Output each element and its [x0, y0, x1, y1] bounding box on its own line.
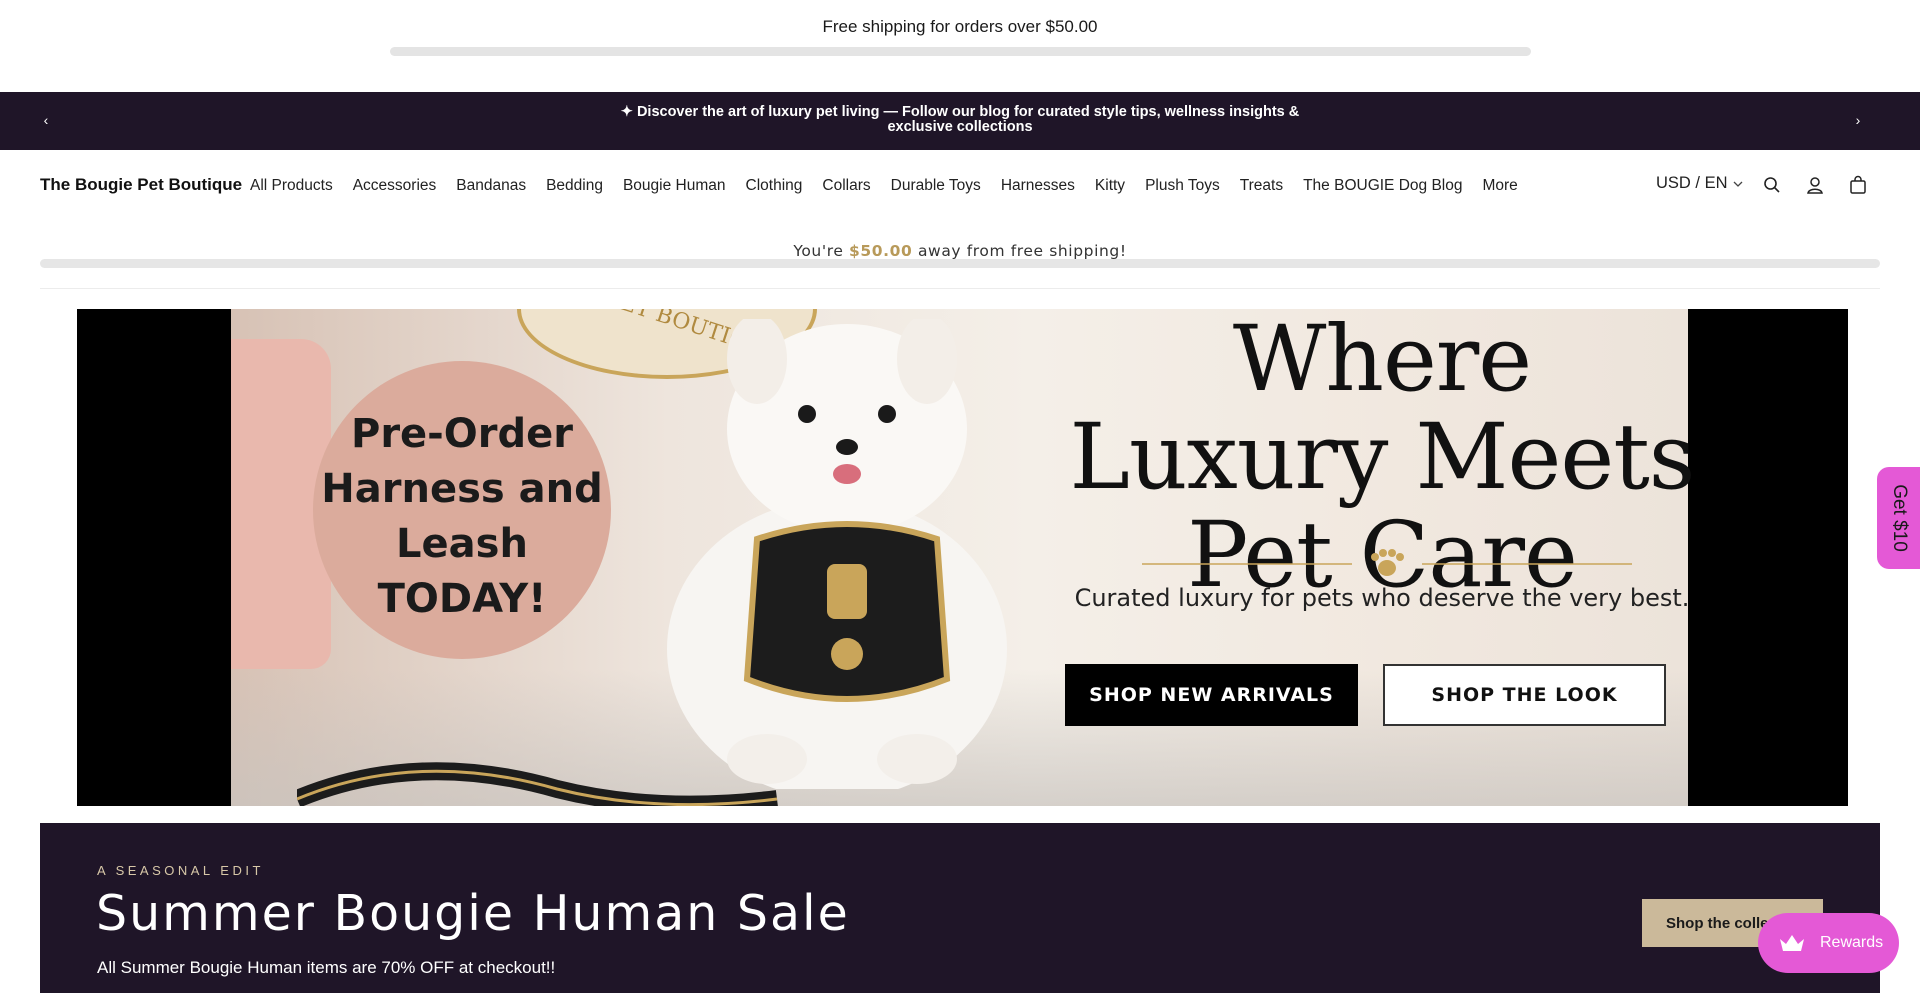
brand-logo[interactable]: The Bougie Pet Boutique [40, 175, 242, 195]
rewards-label: Rewards [1820, 934, 1884, 951]
nav-item-bedding[interactable]: Bedding [546, 177, 603, 195]
chevron-down-icon [1733, 181, 1742, 187]
nav-item-bougie-human[interactable]: Bougie Human [623, 177, 726, 195]
nav-item-treats[interactable]: Treats [1240, 177, 1283, 195]
sale-title: Summer Bougie Human Sale [96, 885, 850, 942]
hero-banner[interactable]: ET BOUTIQU Pre-Order Harness and Leash T… [77, 309, 1848, 806]
nav-item-clothing[interactable]: Clothing [746, 177, 803, 195]
paw-divider [1142, 549, 1632, 576]
nav-item-all-products[interactable]: All Products [250, 177, 333, 195]
shop-the-look-button[interactable]: SHOP THE LOOK [1383, 664, 1666, 726]
announcement-text[interactable]: ✦ Discover the art of luxury pet living … [620, 105, 1300, 135]
hero-subtitle: Curated luxury for pets who deserve the … [1074, 584, 1690, 612]
free-shipping-amount: $50.00 [849, 242, 913, 260]
free-shipping-progress-track [40, 259, 1880, 268]
nav-item-blog[interactable]: The BOUGIE Dog Blog [1303, 177, 1462, 195]
nav-item-accessories[interactable]: Accessories [353, 177, 437, 195]
announcement-next-button[interactable]: › [1848, 110, 1868, 130]
dog-with-harness-image [667, 319, 1007, 789]
rewards-button[interactable]: Rewards [1758, 913, 1899, 973]
sale-description: All Summer Bougie Human items are 70% OF… [97, 958, 556, 977]
top-shipping-text: Free shipping for orders over $50.00 [822, 17, 1098, 36]
site-header: The Bougie Pet Boutique All Products Acc… [0, 150, 1920, 220]
divider [40, 288, 1880, 289]
locale-selector[interactable]: USD / EN [1656, 174, 1743, 193]
search-icon[interactable] [1761, 174, 1783, 196]
preorder-text: Pre-Order Harness and Leash TODAY! [321, 411, 603, 622]
free-shipping-progress: You're $50.00 away from free shipping! [0, 238, 1920, 288]
free-shipping-prefix: You're [793, 242, 849, 260]
get-10-label: Get $10 [1888, 484, 1910, 552]
announcement-bar: ‹ ✦ Discover the art of luxury pet livin… [0, 92, 1920, 150]
nav-item-durable-toys[interactable]: Durable Toys [891, 177, 981, 195]
main-nav: All Products Accessories Bandanas Beddin… [250, 177, 1538, 195]
top-shipping-bar: Free shipping for orders over $50.00 [0, 0, 1920, 92]
nav-item-bandanas[interactable]: Bandanas [456, 177, 526, 195]
locale-label: USD / EN [1656, 174, 1728, 192]
nav-item-collars[interactable]: Collars [822, 177, 870, 195]
cart-icon[interactable] [1847, 174, 1869, 196]
chevron-right-icon: › [1855, 112, 1861, 128]
chevron-left-icon: ‹ [43, 112, 49, 128]
nav-item-plush-toys[interactable]: Plush Toys [1145, 177, 1220, 195]
free-shipping-suffix: away from free shipping! [912, 242, 1127, 260]
sale-eyebrow: A SEASONAL EDIT [97, 863, 264, 878]
nav-item-more[interactable]: More [1482, 177, 1517, 195]
top-shipping-progress-track [390, 47, 1531, 56]
crown-icon [1780, 935, 1804, 951]
seasonal-sale-section: A SEASONAL EDIT Summer Bougie Human Sale… [40, 823, 1880, 993]
leash-image [297, 762, 778, 806]
shop-new-arrivals-button[interactable]: SHOP NEW ARRIVALS [1065, 664, 1358, 726]
account-icon[interactable] [1804, 174, 1826, 196]
free-shipping-message: You're $50.00 away from free shipping! [0, 242, 1920, 260]
get-10-tab[interactable]: Get $10 [1877, 467, 1920, 569]
nav-item-harnesses[interactable]: Harnesses [1001, 177, 1075, 195]
nav-item-kitty[interactable]: Kitty [1095, 177, 1125, 195]
announcement-prev-button[interactable]: ‹ [36, 110, 56, 130]
